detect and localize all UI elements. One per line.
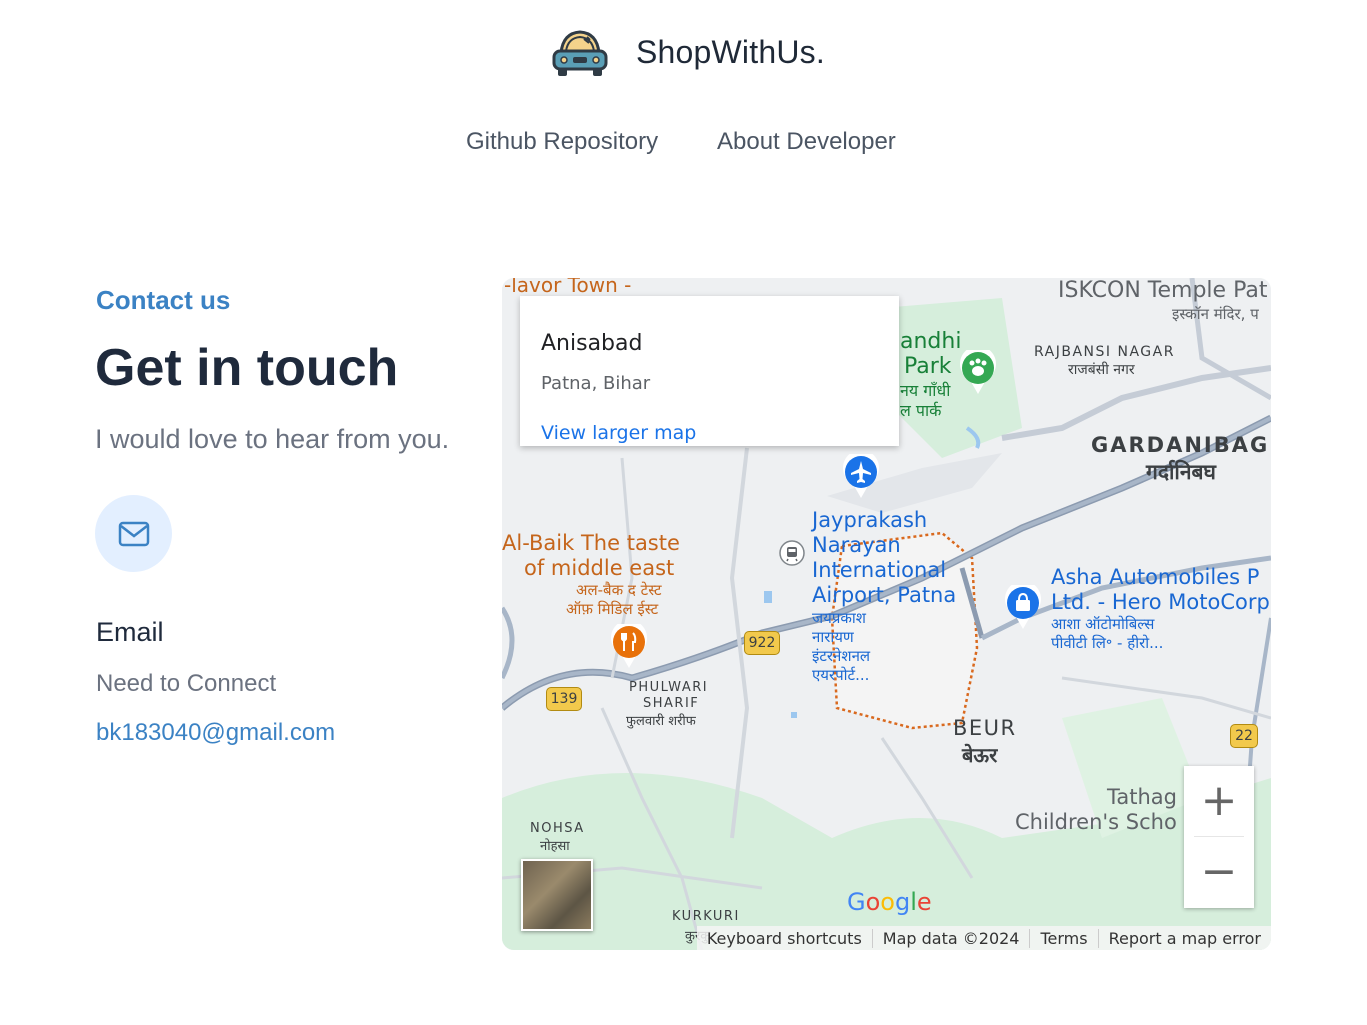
map-embed[interactable]: -lavor Town - ISKCON Temple Pat इस्कॉन म… xyxy=(502,278,1271,950)
map-label-albaik-hi-2: ऑफ़ मिडिल ईस्ट xyxy=(566,600,659,618)
map-label-airport-3: International xyxy=(812,558,947,582)
page-subtitle: I would love to hear from you. xyxy=(95,424,450,454)
email-link[interactable]: bk183040@gmail.com xyxy=(96,719,335,747)
map-label-gandhi: andhi xyxy=(900,329,962,354)
map-info-card: Anisabad Patna, Bihar View larger map xyxy=(520,296,899,446)
map-label-tathag: Tathag xyxy=(1107,785,1177,809)
envelope-icon xyxy=(118,521,149,546)
map-label-airport-hi-3: इंटरनेशनल xyxy=(812,647,871,665)
nav-github-repository[interactable]: Github Repository xyxy=(466,128,658,156)
zoom-in-button[interactable]: + xyxy=(1184,766,1254,836)
train-icon[interactable] xyxy=(779,540,805,566)
shopping-bag-icon[interactable] xyxy=(1003,585,1043,631)
map-label-airport-4: Airport, Patna xyxy=(812,583,957,607)
zoom-out-button[interactable]: − xyxy=(1184,837,1254,907)
report-map-error-link[interactable]: Report a map error xyxy=(1099,929,1271,948)
map-label-albaik-hi-1: अल-बैक द टेस्ट xyxy=(576,581,662,599)
road-shield-922: 922 xyxy=(744,631,780,655)
road-shield-139: 139 xyxy=(546,687,582,711)
map-label-iskcon: ISKCON Temple Pat xyxy=(1058,278,1268,303)
email-note: Need to Connect xyxy=(96,670,277,697)
map-zoom-controls: + − xyxy=(1184,766,1254,908)
map-label-asha-2: Ltd. - Hero MotoCorp xyxy=(1051,590,1270,614)
map-label-rajbansi: RAJBANSI NAGAR xyxy=(1034,344,1175,360)
map-label-beur: BEUR xyxy=(953,716,1017,740)
car-logo-icon xyxy=(552,30,608,76)
keyboard-shortcuts-link[interactable]: Keyboard shortcuts xyxy=(697,928,873,948)
map-label-iskcon-hi: इस्कॉन मंदिर, प xyxy=(1172,305,1259,323)
map-label-phulwari-2: SHARIF xyxy=(643,696,700,711)
satellite-toggle[interactable] xyxy=(521,859,593,931)
map-label-airport-hi-4: एयरपोर्ट... xyxy=(812,666,870,684)
map-data-text: Map data ©2024 xyxy=(873,928,1031,948)
map-label-albaik-1: Al-Baik The taste xyxy=(502,531,680,555)
map-label-airport-hi-1: जयप्रकाश xyxy=(812,609,866,627)
view-larger-map-link[interactable]: View larger map xyxy=(541,422,696,444)
map-label-airport-1: Jayprakash xyxy=(812,508,928,532)
brand-name: ShopWithUs. xyxy=(636,34,825,70)
map-label-airport-hi-2: नारायण xyxy=(812,628,854,646)
map-label-gandhi-hi: नय गाँधी xyxy=(900,381,951,400)
map-label-nohsa: NOHSA xyxy=(530,821,585,836)
map-label-asha-1: Asha Automobiles P xyxy=(1051,565,1260,589)
email-heading: Email xyxy=(96,617,164,647)
map-label-asha-hi-1: आशा ऑटोमोबिल्स xyxy=(1051,615,1155,633)
map-label-nohsa-hi: नोहसा xyxy=(540,839,570,854)
map-label-phulwari-1: PHULWARI xyxy=(629,680,709,695)
page-title: Get in touch xyxy=(95,339,399,397)
map-label-rajbansi-hi: राजबंसी नगर xyxy=(1068,362,1135,378)
map-label-childrens-school: Children's Scho xyxy=(1015,810,1177,834)
fork-knife-icon[interactable] xyxy=(609,624,649,670)
road-shield-22: 22 xyxy=(1230,724,1258,748)
map-label-gardanibag: GARDANIBAG xyxy=(1091,433,1270,457)
map-label-albaik-2: of middle east xyxy=(524,556,675,580)
map-place-title: Anisabad xyxy=(541,331,643,356)
map-label-park: Park xyxy=(904,354,952,379)
map-label-asha-hi-2: पीवीटी लि॰ - हीरो... xyxy=(1051,634,1164,652)
email-badge xyxy=(95,495,172,572)
paw-icon[interactable] xyxy=(958,350,998,396)
map-label-flavor-town: -lavor Town - xyxy=(504,278,632,297)
map-label-phulwari-hi: फुलवारी शरीफ xyxy=(626,714,696,729)
map-label-beur-hi: बेऊर xyxy=(962,743,998,767)
map-label-kurkuri: KURKURI xyxy=(672,909,740,924)
contact-eyebrow: Contact us xyxy=(96,285,231,315)
map-attribution-bar: Keyboard shortcuts Map data ©2024 Terms … xyxy=(696,926,1271,950)
map-place-subtitle: Patna, Bihar xyxy=(541,373,651,394)
google-logo: Google xyxy=(847,888,932,916)
nav-about-developer[interactable]: About Developer xyxy=(717,128,896,156)
terms-link[interactable]: Terms xyxy=(1030,928,1099,948)
map-label-airport-2: Narayan xyxy=(812,533,901,557)
map-label-park-hi: ल पार्क xyxy=(900,401,942,420)
map-label-gardanibag-hi: गर्दानिबघ xyxy=(1146,460,1216,484)
airplane-icon[interactable] xyxy=(841,454,881,500)
